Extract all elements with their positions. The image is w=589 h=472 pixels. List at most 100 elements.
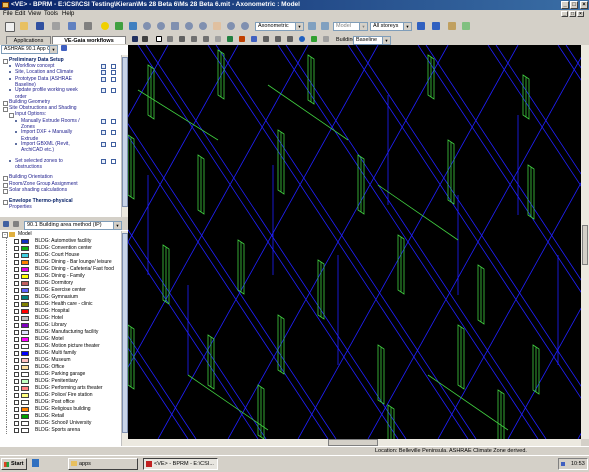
visibility-checkbox[interactable]	[14, 365, 19, 370]
tree-icon[interactable]	[310, 35, 319, 44]
list-item[interactable]: BLDG: Museum	[0, 357, 121, 364]
expand-icon[interactable]	[3, 200, 8, 205]
visibility-checkbox[interactable]	[14, 386, 19, 391]
axonometric-model-drawing[interactable]	[128, 45, 581, 439]
maximize-button[interactable]: □	[570, 1, 578, 9]
flag-icon[interactable]	[111, 64, 116, 70]
zoom-window-icon[interactable]	[183, 20, 195, 32]
menu-file[interactable]: File	[3, 10, 13, 18]
list-item[interactable]: BLDG: Penitentiary	[0, 378, 121, 385]
split-icon[interactable]	[286, 35, 295, 44]
list-item[interactable]: BLDG: Convention center	[0, 245, 121, 252]
save-view-icon[interactable]	[131, 35, 140, 44]
sun-icon[interactable]	[99, 20, 111, 32]
visibility-checkbox[interactable]	[14, 344, 19, 349]
expand-icon[interactable]	[3, 101, 8, 106]
doc-close-button[interactable]: ×	[577, 11, 584, 17]
tree-root[interactable]: − Model	[0, 231, 121, 238]
list-item[interactable]: BLDG: Retail	[0, 413, 121, 420]
visibility-checkbox[interactable]	[14, 267, 19, 272]
visibility-checkbox[interactable]	[14, 414, 19, 419]
building-combo[interactable]: Baseline ▼	[353, 36, 391, 45]
list-item[interactable]: BLDG: Sports arena	[0, 427, 121, 434]
new-icon[interactable]	[3, 20, 15, 32]
visibility-checkbox[interactable]	[14, 302, 19, 307]
flag-icon[interactable]	[111, 158, 116, 164]
section-icon[interactable]	[460, 20, 472, 32]
menu-help[interactable]: Help	[62, 10, 74, 18]
help-icon[interactable]	[101, 70, 106, 76]
snap-icon[interactable]	[190, 35, 199, 44]
list-item[interactable]: BLDG: Multi family	[0, 350, 121, 357]
down-storey-icon[interactable]	[430, 20, 442, 32]
viewport-hscroll-thumb[interactable]	[328, 439, 378, 446]
taskbar-item-ve[interactable]: <VE> - BPRM - E:\CSI...	[143, 458, 218, 470]
move-icon[interactable]	[178, 35, 187, 44]
visibility-checkbox[interactable]	[14, 295, 19, 300]
flag-icon[interactable]	[111, 130, 116, 136]
list-item[interactable]: BLDG: School/ University	[0, 420, 121, 427]
help-icon[interactable]	[101, 130, 106, 136]
task-label[interactable]: Input Options:	[15, 112, 46, 117]
visibility-checkbox[interactable]	[14, 316, 19, 321]
menu-tools[interactable]: Tools	[44, 10, 58, 18]
plan-icon[interactable]	[446, 20, 458, 32]
pointer-icon[interactable]	[155, 35, 164, 44]
list-item[interactable]: BLDG: Hotel	[0, 315, 121, 322]
list-item[interactable]: BLDG: Exercise center	[0, 287, 121, 294]
door-icon[interactable]	[238, 35, 247, 44]
task-label[interactable]: Update profile working week	[15, 88, 78, 93]
task-label[interactable]: Solar shading calculations	[9, 187, 67, 193]
help-icon[interactable]	[101, 142, 106, 147]
doc-minimize-button[interactable]: _	[561, 11, 568, 17]
pan-icon[interactable]	[211, 20, 223, 32]
help-icon[interactable]	[101, 88, 106, 94]
visibility-checkbox[interactable]	[14, 239, 19, 244]
workflow-combo[interactable]: ASHRAE 90.1 App G ▼	[1, 45, 58, 54]
measure-icon[interactable]	[202, 35, 211, 44]
list-item[interactable]: BLDG: Dining - Family	[0, 273, 121, 280]
collapse-icon[interactable]	[3, 107, 8, 113]
tab-ve-gaia-workflows[interactable]: VE-Gaia workflows	[52, 36, 126, 44]
list-item[interactable]: BLDG: Dining - Cafeteria/ Fast food	[0, 266, 121, 273]
visibility-checkbox[interactable]	[14, 393, 19, 398]
model-combo[interactable]: Model ▼	[333, 22, 368, 31]
visibility-checkbox[interactable]	[14, 351, 19, 356]
viewport-vscroll-thumb[interactable]	[582, 225, 588, 265]
doc-restore-button[interactable]: □	[569, 11, 576, 17]
print-icon[interactable]	[50, 20, 62, 32]
visibility-checkbox[interactable]	[14, 421, 19, 426]
draw-icon[interactable]	[166, 35, 175, 44]
zoom-icon[interactable]	[155, 20, 167, 32]
expand-icon[interactable]	[3, 182, 8, 188]
grid-icon[interactable]	[113, 20, 125, 32]
flag-icon[interactable]	[111, 118, 116, 124]
visibility-checkbox[interactable]	[14, 400, 19, 405]
viewport-vertical-scrollbar[interactable]	[581, 45, 589, 439]
expand-icon[interactable]	[3, 188, 8, 194]
taskbar-item-apps[interactable]: apps	[68, 458, 138, 470]
list-item[interactable]: BLDG: Dormitory	[0, 280, 121, 287]
list-item[interactable]: BLDG: Police/ Fire station	[0, 392, 121, 399]
help-icon[interactable]	[101, 118, 106, 124]
list-item[interactable]: BLDG: Motion picture theater	[0, 343, 121, 350]
visibility-checkbox[interactable]	[14, 372, 19, 377]
list-item[interactable]: BLDG: Religious building	[0, 406, 121, 413]
list-item[interactable]: BLDG: Dining - Bar lounge/ leisure	[0, 259, 121, 266]
list-item[interactable]: BLDG: Parking garage	[0, 371, 121, 378]
close-button[interactable]: ×	[580, 1, 588, 9]
up-storey-icon[interactable]	[415, 20, 427, 32]
zoom-extents-icon[interactable]	[169, 20, 181, 32]
visibility-checkbox[interactable]	[14, 358, 19, 363]
menu-view[interactable]: View	[28, 10, 41, 18]
open-icon[interactable]	[18, 20, 30, 32]
camera-icon[interactable]	[141, 35, 150, 44]
visibility-checkbox[interactable]	[14, 260, 19, 265]
model-icon[interactable]	[66, 20, 78, 32]
list-item[interactable]: BLDG: Manufacturing facility	[0, 329, 121, 336]
zoom-in-icon[interactable]	[141, 20, 153, 32]
list-item[interactable]: BLDG: Gymnasium	[0, 294, 121, 301]
list-item[interactable]: BLDG: Automotive facility	[0, 238, 121, 245]
list-item[interactable]: BLDG: Health care - clinic	[0, 301, 121, 308]
window-icon[interactable]	[250, 35, 259, 44]
